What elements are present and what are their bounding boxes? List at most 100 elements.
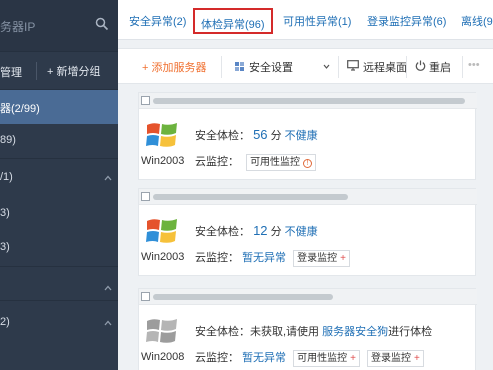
server-card-header [139, 189, 477, 205]
add-icon[interactable]: + [340, 253, 346, 264]
os-name: Win2003 [141, 155, 185, 167]
monitor-label: 云监控： [195, 156, 239, 168]
monitor-status-link[interactable]: 暂无异常 [242, 252, 286, 264]
group-item[interactable]: 器(2/99) [0, 90, 118, 124]
server-card: Win2003 安全体检： 12 分 不健康 云监控： 暂无异常 登录监控 + [138, 188, 477, 276]
group-item[interactable]: 3) [0, 231, 118, 265]
divider [406, 56, 407, 78]
add-icon[interactable]: + [350, 353, 356, 364]
add-server-button[interactable]: + 添加服务器 [142, 59, 206, 75]
redacted-server-name [153, 294, 333, 300]
status-tabs: 安全异常(2) 体检异常(96) 可用性异常(1) 登录监控异常(6) 离线(9… [118, 0, 493, 40]
windows-logo-gray-icon [146, 319, 177, 343]
availability-monitor-tag[interactable]: 可用性监控 + [293, 350, 360, 367]
toolbar: + 添加服务器 安全设置 远程桌面 重启 ••• [118, 48, 493, 84]
more-icon[interactable]: ••• [468, 59, 480, 71]
windows-logo-icon [146, 123, 177, 147]
cloud-monitor: 云监控： 暂无异常 可用性监控 + 登录监控 + [195, 349, 424, 367]
security-checkup: 安全体检：未获取,请使用 服务器安全狗进行体检 [195, 323, 432, 339]
divider [36, 62, 37, 80]
group-label: 2) [0, 316, 10, 328]
warning-icon: ! [303, 159, 313, 168]
group-label: /1) [0, 171, 13, 183]
checkup-score: 56 [253, 127, 268, 142]
availability-monitor-tag[interactable]: 可用性监控! [246, 154, 317, 171]
monitor-label: 云监控： [195, 352, 239, 364]
server-card: Win2003 安全体检： 56 分 不健康 云监控： 可用性监控! [138, 92, 477, 180]
safedog-link[interactable]: 服务器安全狗 [322, 326, 388, 338]
os-name: Win2008 [141, 351, 185, 363]
server-card-header [139, 289, 477, 305]
manage-groups-button[interactable]: 管理 [0, 64, 22, 80]
tab-offline[interactable]: 离线(97 [461, 13, 493, 29]
add-group-button[interactable]: + 新增分组 [47, 63, 100, 79]
search-icon[interactable] [95, 17, 109, 31]
group-label: 3) [0, 207, 10, 219]
redacted-server-name [153, 98, 465, 104]
monitor-label: 云监控： [195, 252, 239, 264]
monitor-status-link[interactable]: 暂无异常 [242, 352, 286, 364]
checkup-suffix: 进行体检 [388, 326, 433, 338]
checkup-text: 未获取,请使用 [250, 326, 320, 338]
server-card: Win2008 安全体检：未获取,请使用 服务器安全狗进行体检 云监控： 暂无异… [138, 288, 477, 370]
remote-desktop-button[interactable]: 远程桌面 [363, 59, 407, 75]
main-panel: 安全异常(2) 体检异常(96) 可用性异常(1) 登录监控异常(6) 离线(9… [118, 0, 493, 370]
chevron-up-icon[interactable] [104, 285, 112, 291]
add-icon[interactable]: + [414, 353, 420, 364]
group-item[interactable]: 2) [0, 306, 118, 340]
windows-logo-icon [146, 219, 177, 243]
cloud-monitor: 云监控： 暂无异常 登录监控 + [195, 249, 350, 267]
server-search-box[interactable]: 务器IP [0, 0, 118, 52]
group-item[interactable]: /1) [0, 161, 118, 195]
group-label: 3) [0, 241, 10, 253]
tab-security-exception[interactable]: 安全异常(2) [129, 13, 186, 29]
server-checkbox[interactable] [141, 292, 150, 301]
security-checkup: 安全体检： 12 分 不健康 [195, 223, 318, 239]
cloud-monitor: 云监控： 可用性监控! [195, 153, 317, 171]
os-name: Win2003 [141, 251, 185, 263]
group-item[interactable]: 3) [0, 197, 118, 231]
divider [0, 158, 118, 159]
sidebar: 务器IP 管理 + 新增分组 器(2/99) 89) /1) 3) 3) 2) [0, 0, 118, 370]
tag-label: 可用性监控 [297, 353, 348, 364]
power-icon [415, 60, 426, 71]
restart-button[interactable]: 重启 [429, 59, 451, 75]
tab-login-monitor-exception[interactable]: 登录监控异常(6) [367, 13, 446, 29]
score-unit: 分 [270, 130, 282, 142]
tag-label: 可用性监控 [250, 157, 301, 168]
tab-availability-exception[interactable]: 可用性异常(1) [283, 13, 351, 29]
server-checkbox[interactable] [141, 96, 150, 105]
divider [338, 56, 339, 78]
monitor-icon [347, 60, 359, 71]
login-monitor-tag[interactable]: 登录监控 + [367, 350, 424, 367]
shield-icon [235, 62, 244, 71]
tab-checkup-exception[interactable]: 体检异常(96) [193, 8, 273, 34]
checkup-label: 安全体检： [195, 226, 250, 238]
divider [221, 56, 222, 78]
security-settings-button[interactable]: 安全设置 [249, 59, 293, 75]
checkup-label: 安全体检： [195, 130, 250, 142]
health-status-link[interactable]: 不健康 [285, 130, 318, 142]
login-monitor-tag[interactable]: 登录监控 + [293, 250, 350, 267]
divider [462, 56, 463, 78]
group-actions: 管理 + 新增分组 [0, 52, 118, 90]
divider [0, 300, 118, 301]
checkup-score: 12 [253, 223, 268, 238]
divider [0, 266, 118, 267]
chevron-down-icon[interactable] [323, 64, 330, 69]
group-label: 89) [0, 134, 16, 146]
score-unit: 分 [270, 226, 282, 238]
group-item[interactable]: 89) [0, 124, 118, 158]
chevron-up-icon[interactable] [104, 320, 112, 326]
group-label: 器(2/99) [0, 103, 40, 115]
server-card-header [139, 93, 477, 109]
health-status-link[interactable]: 不健康 [285, 226, 318, 238]
redacted-server-name [153, 194, 348, 200]
chevron-up-icon[interactable] [104, 175, 112, 181]
tag-label: 登录监控 [297, 253, 338, 264]
tag-label: 登录监控 [371, 353, 412, 364]
search-input[interactable]: 务器IP [0, 18, 35, 35]
security-checkup: 安全体检： 56 分 不健康 [195, 127, 318, 143]
checkup-label: 安全体检： [195, 326, 250, 338]
server-checkbox[interactable] [141, 192, 150, 201]
